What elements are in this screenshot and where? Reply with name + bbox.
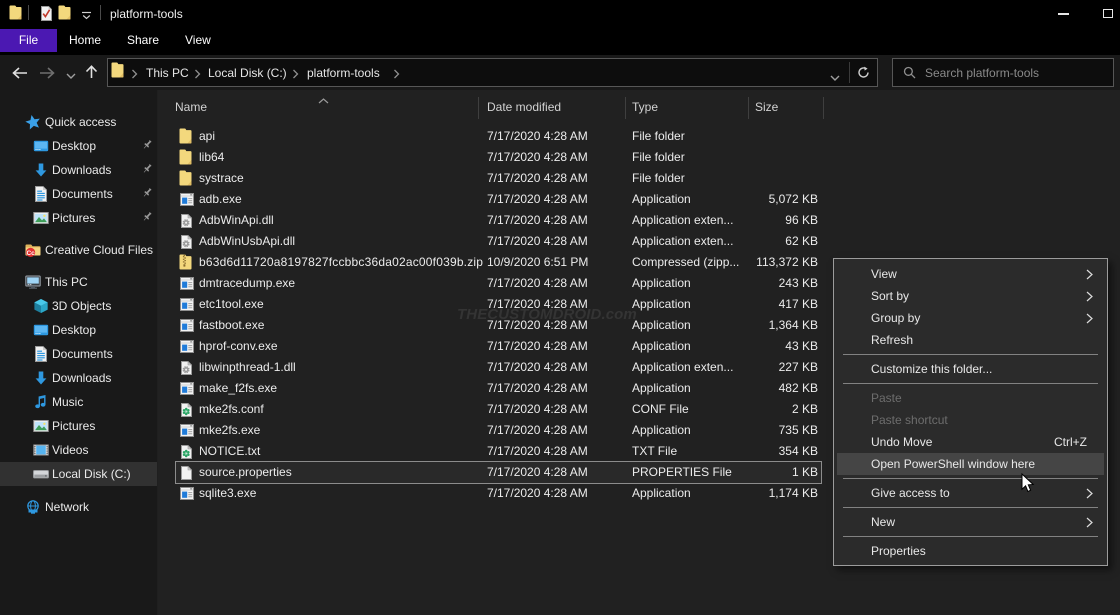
svg-text:Cc: Cc (26, 250, 35, 257)
